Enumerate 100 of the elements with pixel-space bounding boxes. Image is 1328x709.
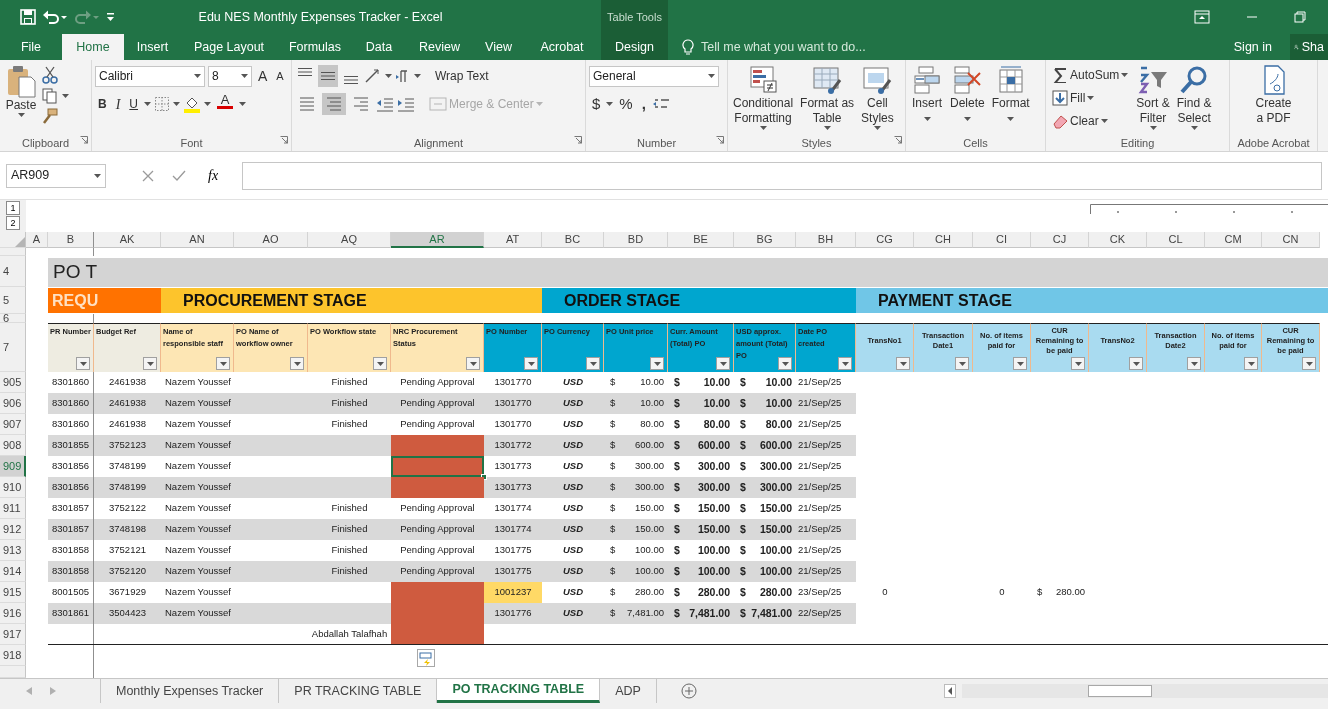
vertical-align-button[interactable] [318,65,338,87]
filter-button[interactable] [76,357,90,370]
filter-button[interactable] [290,357,304,370]
column-header[interactable]: CG [856,232,914,248]
outline-group-bar[interactable] [1090,204,1328,214]
cancel-icon[interactable] [142,169,154,182]
filled-cell[interactable] [391,477,484,498]
outline-level-button[interactable]: 2 [6,216,20,230]
filled-cell[interactable] [391,435,484,456]
sort-filter-button[interactable]: Sort & Filter [1134,64,1172,135]
column-header[interactable]: AN [161,232,234,248]
ribbon-tab[interactable]: Review [405,34,474,60]
undo-icon[interactable] [42,9,68,25]
column-header[interactable]: A [26,232,48,248]
filter-button[interactable] [1071,357,1085,370]
scroll-left-icon[interactable] [944,684,956,698]
dialog-launcher-icon[interactable] [80,135,88,144]
autosum-button[interactable]: AutoSum [1049,64,1132,86]
row-header[interactable]: 910 [0,477,26,498]
row-header[interactable]: 7 [0,323,26,372]
add-sheet-icon[interactable] [680,683,697,699]
italic-button[interactable]: I [112,93,124,115]
column-header[interactable]: CN [1262,232,1320,248]
filter-button[interactable] [955,357,969,370]
filled-cell[interactable] [391,582,484,603]
column-header[interactable]: AK [94,232,161,248]
increase-indent-icon[interactable] [397,96,415,112]
filter-button[interactable] [716,357,730,370]
decrease-indent-icon[interactable] [376,96,394,112]
column-header[interactable]: AO [234,232,308,248]
restore-icon[interactable] [1294,11,1306,23]
row-header[interactable]: 913 [0,540,26,561]
row-header[interactable]: 908 [0,435,26,456]
insert-function-button[interactable]: fx [204,165,223,186]
row-header[interactable]: 914 [0,561,26,582]
percent-button[interactable]: % [616,93,636,115]
bold-button[interactable]: B [95,93,110,115]
filter-button[interactable] [373,357,387,370]
ribbon-tab[interactable]: File [0,34,62,60]
row-header[interactable]: 911 [0,498,26,519]
scrollbar-thumb[interactable] [1088,685,1152,697]
number-format-dropdown[interactable]: General [589,65,719,87]
dialog-launcher-icon[interactable] [716,135,724,144]
borders-icon[interactable] [154,96,170,112]
row-header[interactable]: 916 [0,603,26,624]
ribbon-tab[interactable]: Design [601,34,668,60]
ribbon-tab[interactable]: Formulas [277,34,353,60]
column-header[interactable]: CH [914,232,973,248]
filter-button[interactable] [586,357,600,370]
column-header[interactable]: CJ [1031,232,1089,248]
column-header[interactable]: BG [734,232,796,248]
name-box-field[interactable]: AR909 [6,163,106,188]
row-header[interactable]: 5 [0,287,26,314]
filled-cell[interactable] [391,624,484,644]
fill-button[interactable]: Fill [1049,87,1132,109]
column-header[interactable]: BE [668,232,734,248]
row-header[interactable]: 906 [0,393,26,414]
column-header[interactable]: AT [484,232,542,248]
formula-input-field[interactable] [242,161,1322,190]
column-header[interactable]: AR [391,232,484,248]
ribbon-tab[interactable]: Insert [124,34,181,60]
dialog-launcher-icon[interactable] [280,135,288,144]
wrap-text-button[interactable]: Wrap Text [432,65,492,87]
filter-button[interactable] [1187,357,1201,370]
column-header[interactable]: AQ [308,232,391,248]
filled-cell[interactable] [391,456,484,477]
format-as-table-button[interactable]: Format as Table [798,64,857,135]
filter-button[interactable] [1244,357,1258,370]
row-header[interactable]: 917 [0,624,26,645]
enter-icon[interactable] [172,169,186,182]
column-header[interactable]: CL [1147,232,1205,248]
font-name-dropdown[interactable]: Calibri [95,65,205,87]
filter-button[interactable] [650,357,664,370]
outline-level-button[interactable]: 1 [6,201,20,215]
column-header[interactable]: BD [604,232,668,248]
row-header[interactable]: 905 [0,372,26,393]
clear-button[interactable]: Clear [1049,110,1132,132]
font-size-dropdown[interactable]: 8 [208,65,252,87]
orientation-icon[interactable] [364,68,382,84]
filter-button[interactable] [216,357,230,370]
ribbon-tab[interactable]: Acrobat [523,34,601,60]
shrink-font-button[interactable]: A [273,65,287,87]
grow-font-button[interactable]: A [255,65,271,87]
dialog-launcher-icon[interactable] [574,135,582,144]
filter-button[interactable] [143,357,157,370]
find-select-button[interactable]: Find & Select [1174,64,1214,135]
underline-button[interactable]: U [126,93,141,115]
currency-button[interactable]: $ [589,93,604,115]
customize-icon[interactable] [106,12,116,22]
filter-button[interactable] [1129,357,1143,370]
dialog-launcher-icon[interactable] [894,135,902,144]
tell-me-field[interactable]: Tell me what you want to do... [699,36,899,58]
ribbon-display-icon[interactable] [1194,10,1210,24]
save-icon[interactable] [20,9,36,25]
filter-button[interactable] [896,357,910,370]
row-header[interactable]: 4 [0,256,26,287]
column-header[interactable]: BC [542,232,604,248]
row-header[interactable]: 915 [0,582,26,603]
ribbon-tab[interactable]: Page Layout [181,34,277,60]
copy-icon[interactable] [42,88,58,104]
